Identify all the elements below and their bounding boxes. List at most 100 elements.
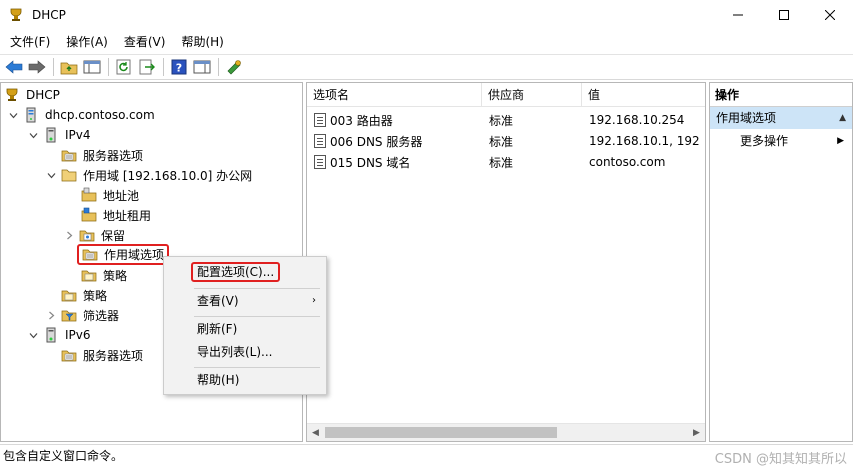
tree-label: 服务器选项 xyxy=(83,148,144,163)
options-list-pane[interactable]: 选项名 供应商 值 003 路由器 标准 192.168.10.254 006 … xyxy=(306,82,706,442)
dhcp-root-icon xyxy=(4,87,20,103)
submenu-arrow-icon: ▶ xyxy=(837,136,844,146)
address-leases-icon xyxy=(81,207,97,223)
close-icon xyxy=(825,10,835,20)
tree-label: 作用域 [192.168.10.0] 办公网 xyxy=(83,168,253,183)
context-item-label: 帮助(H) xyxy=(197,373,240,387)
actions-section-scope-options[interactable]: 作用域选项 ▲ xyxy=(710,107,852,129)
maximize-button[interactable] xyxy=(761,0,807,30)
option-name: 015 DNS 域名 xyxy=(330,155,411,170)
tree-node-dhcp-root[interactable]: DHCP xyxy=(4,85,62,105)
option-value: 192.168.10.254 xyxy=(589,113,685,127)
tree-node-address-leases[interactable]: 地址租用 xyxy=(81,205,153,225)
server-options-icon xyxy=(61,147,77,163)
tree-node-scope[interactable]: 作用域 [192.168.10.0] 办公网 xyxy=(45,165,254,185)
list-item[interactable]: 003 路由器 标准 192.168.10.254 xyxy=(307,110,700,130)
tree-node-ipv6[interactable]: IPv6 xyxy=(27,325,93,345)
more-actions-label: 更多操作 xyxy=(740,134,789,148)
tree-node-filters[interactable]: 筛选器 xyxy=(45,305,121,325)
scroll-left-icon[interactable]: ◀ xyxy=(307,424,324,441)
menu-bar: 文件(F) 操作(A) 查看(V) 帮助(H) xyxy=(0,31,853,53)
option-name: 006 DNS 服务器 xyxy=(330,134,423,149)
help-icon: ? xyxy=(171,59,187,75)
tree-label: dhcp.contoso.com xyxy=(45,108,155,122)
refresh-button[interactable] xyxy=(113,56,135,78)
up-level-button[interactable] xyxy=(58,56,80,78)
show-hide-tree-button[interactable] xyxy=(81,56,103,78)
context-menu: 配置选项(C)... 查看(V) › 刷新(F) 导出列表(L)... 帮助(H… xyxy=(163,256,327,395)
tree-label: IPv6 xyxy=(65,328,91,342)
context-item-refresh[interactable]: 刷新(F) xyxy=(164,318,326,340)
expand-chevron-icon[interactable] xyxy=(45,309,57,321)
ipv4-server-icon xyxy=(43,127,59,143)
close-button[interactable] xyxy=(807,0,853,30)
option-value: 192.168.10.1, 192.168.10.2 xyxy=(589,134,700,148)
tree-node-ipv4-policies[interactable]: 策略 xyxy=(61,285,109,305)
actions-section-label: 作用域选项 xyxy=(716,111,777,125)
column-header-option-name[interactable]: 选项名 xyxy=(307,83,482,107)
horizontal-scrollbar[interactable]: ◀ ▶ xyxy=(307,423,705,441)
column-header-vendor[interactable]: 供应商 xyxy=(482,83,582,107)
collapse-chevron-icon[interactable] xyxy=(45,169,57,181)
menu-action[interactable]: 操作(A) xyxy=(58,31,116,53)
collapse-up-icon[interactable]: ▲ xyxy=(839,107,846,129)
collapse-chevron-icon[interactable] xyxy=(27,329,39,341)
help-button[interactable]: ? xyxy=(168,56,190,78)
scroll-right-icon[interactable]: ▶ xyxy=(688,424,705,441)
menu-file[interactable]: 文件(F) xyxy=(2,31,58,53)
submenu-arrow-icon: › xyxy=(312,295,316,306)
show-hide-tree-icon xyxy=(83,60,101,74)
column-header-value[interactable]: 值 xyxy=(582,83,705,107)
actions-title: 操作 xyxy=(710,83,852,107)
tree-label: 筛选器 xyxy=(83,308,120,323)
tree-node-ipv6-server-options[interactable]: 服务器选项 xyxy=(61,345,145,365)
back-arrow-icon xyxy=(5,60,23,74)
ipv6-server-icon xyxy=(43,327,59,343)
dhcp-tool-button[interactable] xyxy=(223,56,245,78)
tree-node-reservations[interactable]: 保留 xyxy=(63,225,127,245)
option-doc-icon xyxy=(314,113,326,127)
minimize-button[interactable] xyxy=(715,0,761,30)
context-item-export-list[interactable]: 导出列表(L)... xyxy=(164,341,326,363)
option-doc-icon xyxy=(314,155,326,169)
collapse-chevron-icon[interactable] xyxy=(7,109,19,121)
scroll-thumb[interactable] xyxy=(325,427,557,438)
collapse-chevron-icon[interactable] xyxy=(27,129,39,141)
policies-icon xyxy=(61,287,77,303)
toolbar-separator xyxy=(53,58,54,76)
tree-node-address-pool[interactable]: 地址池 xyxy=(81,185,141,205)
more-actions-item[interactable]: 更多操作 ▶ xyxy=(710,129,852,153)
status-text: 包含自定义窗口命令。 xyxy=(3,449,124,463)
list-item[interactable]: 006 DNS 服务器 标准 192.168.10.1, 192.168.10.… xyxy=(307,131,700,151)
back-button[interactable] xyxy=(3,56,25,78)
context-item-configure-options[interactable]: 配置选项(C)... xyxy=(164,261,326,283)
tree-node-scope-policies[interactable]: 策略 xyxy=(81,265,129,285)
tree-label: 保留 xyxy=(101,228,126,243)
scope-options-icon xyxy=(82,246,98,262)
toolbar: ? xyxy=(0,54,853,80)
forward-button[interactable] xyxy=(26,56,48,78)
watermark: CSDN @知其知其所以 xyxy=(714,452,847,466)
tree-node-ipv4[interactable]: IPv4 xyxy=(27,125,93,145)
menu-view[interactable]: 查看(V) xyxy=(116,31,174,53)
tree-node-server[interactable]: dhcp.contoso.com xyxy=(7,105,157,125)
context-item-view[interactable]: 查看(V) › xyxy=(164,290,326,312)
policies-icon xyxy=(81,267,97,283)
context-item-label: 刷新(F) xyxy=(197,322,238,336)
tree-label-box: 作用域选项 xyxy=(77,243,170,265)
expand-chevron-icon[interactable] xyxy=(63,229,75,241)
tree-label: DHCP xyxy=(26,88,60,102)
menu-help[interactable]: 帮助(H) xyxy=(173,31,231,53)
list-item[interactable]: 015 DNS 域名 标准 contoso.com xyxy=(307,152,700,172)
show-hide-action-pane-button[interactable] xyxy=(191,56,213,78)
option-vendor: 标准 xyxy=(489,155,514,170)
menu-separator xyxy=(194,288,320,289)
export-list-button[interactable] xyxy=(136,56,158,78)
context-item-help[interactable]: 帮助(H) xyxy=(164,369,326,391)
toolbar-separator xyxy=(218,58,219,76)
scope-folder-icon xyxy=(61,167,77,183)
window-title: DHCP xyxy=(32,8,66,22)
tree-node-ipv4-server-options[interactable]: 服务器选项 xyxy=(61,145,145,165)
dhcp-app-icon xyxy=(8,7,24,23)
tree-node-scope-options[interactable]: 作用域选项 xyxy=(77,243,170,265)
